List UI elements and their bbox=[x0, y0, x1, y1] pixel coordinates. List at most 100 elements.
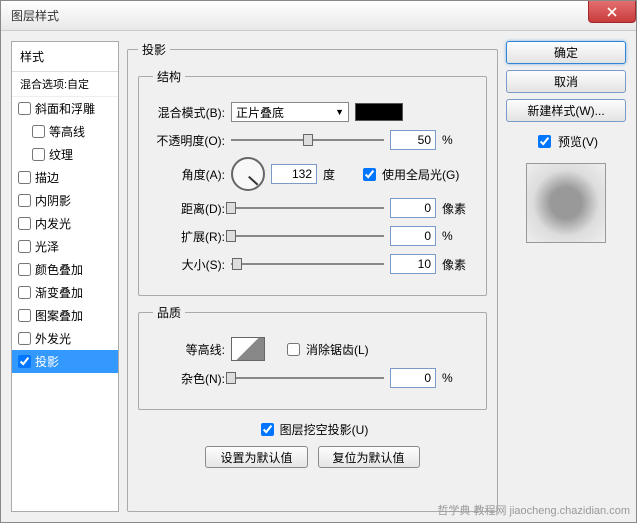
antialias-checkbox[interactable]: 消除锯齿(L) bbox=[283, 340, 369, 359]
style-item-label: 光泽 bbox=[35, 238, 59, 255]
spread-input[interactable] bbox=[390, 226, 436, 246]
close-icon bbox=[607, 7, 617, 17]
quality-group: 品质 等高线: 消除锯齿(L) 杂色(N): bbox=[138, 304, 487, 410]
blending-options[interactable]: 混合选项:自定 bbox=[12, 72, 118, 97]
blend-mode-label: 混合模式(B): bbox=[153, 104, 225, 121]
style-item-checkbox[interactable] bbox=[18, 309, 31, 322]
style-item-label: 等高线 bbox=[49, 123, 85, 140]
opacity-label: 不透明度(O): bbox=[153, 132, 225, 149]
spread-label: 扩展(R): bbox=[153, 228, 225, 245]
distance-slider[interactable] bbox=[231, 199, 384, 217]
style-item[interactable]: 等高线 bbox=[12, 120, 118, 143]
effect-panel: 投影 结构 混合模式(B): 正片叠底 ▼ 不透明度(O): bbox=[127, 41, 498, 512]
style-item-checkbox[interactable] bbox=[18, 102, 31, 115]
style-item-label: 图案叠加 bbox=[35, 307, 83, 324]
style-item[interactable]: 内阴影 bbox=[12, 189, 118, 212]
style-item-checkbox[interactable] bbox=[18, 263, 31, 276]
noise-row: 杂色(N): % bbox=[153, 367, 472, 389]
reset-default-button[interactable]: 复位为默认值 bbox=[318, 446, 420, 468]
window-title: 图层样式 bbox=[11, 7, 59, 24]
opacity-unit: % bbox=[442, 133, 472, 147]
shadow-color-swatch[interactable] bbox=[355, 103, 403, 121]
style-item-checkbox[interactable] bbox=[18, 332, 31, 345]
dialog-window: 图层样式 样式 混合选项:自定 斜面和浮雕等高线纹理描边内阴影内发光光泽颜色叠加… bbox=[0, 0, 637, 523]
noise-unit: % bbox=[442, 371, 472, 385]
blend-mode-select[interactable]: 正片叠底 ▼ bbox=[231, 102, 349, 122]
distance-label: 距离(D): bbox=[153, 200, 225, 217]
size-label: 大小(S): bbox=[153, 256, 225, 273]
style-item-checkbox[interactable] bbox=[18, 194, 31, 207]
structure-legend: 结构 bbox=[153, 68, 185, 85]
ok-button[interactable]: 确定 bbox=[506, 41, 626, 64]
size-unit: 像素 bbox=[442, 256, 472, 273]
angle-label: 角度(A): bbox=[153, 166, 225, 183]
angle-dial[interactable] bbox=[231, 157, 265, 191]
knockout-checkbox[interactable]: 图层挖空投影(U) bbox=[257, 420, 369, 439]
style-item[interactable]: 描边 bbox=[12, 166, 118, 189]
style-item-label: 描边 bbox=[35, 169, 59, 186]
styles-header[interactable]: 样式 bbox=[12, 42, 118, 72]
contour-label: 等高线: bbox=[153, 341, 225, 358]
style-item-label: 内发光 bbox=[35, 215, 71, 232]
contour-picker[interactable] bbox=[231, 337, 265, 361]
style-item-label: 渐变叠加 bbox=[35, 284, 83, 301]
opacity-slider[interactable] bbox=[231, 131, 384, 149]
global-light-input[interactable] bbox=[363, 168, 376, 181]
preview-label: 预览(V) bbox=[558, 133, 598, 150]
antialias-label: 消除锯齿(L) bbox=[306, 341, 369, 358]
distance-input[interactable] bbox=[390, 198, 436, 218]
style-item-checkbox[interactable] bbox=[32, 125, 45, 138]
style-item-checkbox[interactable] bbox=[18, 286, 31, 299]
new-style-button[interactable]: 新建样式(W)... bbox=[506, 99, 626, 122]
angle-unit: 度 bbox=[323, 166, 353, 183]
knockout-row: 图层挖空投影(U) bbox=[138, 418, 487, 440]
spread-slider[interactable] bbox=[231, 227, 384, 245]
cancel-button[interactable]: 取消 bbox=[506, 70, 626, 93]
style-item[interactable]: 光泽 bbox=[12, 235, 118, 258]
distance-unit: 像素 bbox=[442, 200, 472, 217]
noise-slider[interactable] bbox=[231, 369, 384, 387]
contour-row: 等高线: 消除锯齿(L) bbox=[153, 337, 472, 361]
size-row: 大小(S): 像素 bbox=[153, 253, 472, 275]
content: 样式 混合选项:自定 斜面和浮雕等高线纹理描边内阴影内发光光泽颜色叠加渐变叠加图… bbox=[1, 31, 636, 522]
size-input[interactable] bbox=[390, 254, 436, 274]
make-default-button[interactable]: 设置为默认值 bbox=[205, 446, 307, 468]
preview-checkbox[interactable]: 预览(V) bbox=[506, 132, 626, 151]
style-item-checkbox[interactable] bbox=[18, 217, 31, 230]
knockout-input[interactable] bbox=[261, 423, 274, 436]
chevron-down-icon: ▼ bbox=[335, 107, 344, 117]
main-panel: 投影 结构 混合模式(B): 正片叠底 ▼ 不透明度(O): bbox=[127, 41, 498, 512]
global-light-checkbox[interactable]: 使用全局光(G) bbox=[359, 165, 459, 184]
titlebar: 图层样式 bbox=[1, 1, 636, 31]
style-item-label: 斜面和浮雕 bbox=[35, 100, 95, 117]
preview-input[interactable] bbox=[538, 135, 551, 148]
style-item-checkbox[interactable] bbox=[32, 148, 45, 161]
style-item-label: 投影 bbox=[35, 353, 59, 370]
style-item[interactable]: 渐变叠加 bbox=[12, 281, 118, 304]
style-item[interactable]: 图案叠加 bbox=[12, 304, 118, 327]
style-item[interactable]: 颜色叠加 bbox=[12, 258, 118, 281]
global-light-label: 使用全局光(G) bbox=[382, 166, 459, 183]
style-item[interactable]: 斜面和浮雕 bbox=[12, 97, 118, 120]
noise-input[interactable] bbox=[390, 368, 436, 388]
angle-input[interactable] bbox=[271, 164, 317, 184]
noise-label: 杂色(N): bbox=[153, 370, 225, 387]
style-item[interactable]: 外发光 bbox=[12, 327, 118, 350]
style-item-checkbox[interactable] bbox=[18, 171, 31, 184]
style-item-checkbox[interactable] bbox=[18, 240, 31, 253]
style-item-checkbox[interactable] bbox=[18, 355, 31, 368]
structure-group: 结构 混合模式(B): 正片叠底 ▼ 不透明度(O): % bbox=[138, 68, 487, 296]
preview-thumbnail bbox=[526, 163, 606, 243]
style-item[interactable]: 投影 bbox=[12, 350, 118, 373]
angle-row: 角度(A): 度 使用全局光(G) bbox=[153, 157, 472, 191]
spread-unit: % bbox=[442, 229, 472, 243]
size-slider[interactable] bbox=[231, 255, 384, 273]
blend-mode-value: 正片叠底 bbox=[236, 104, 284, 121]
style-item[interactable]: 纹理 bbox=[12, 143, 118, 166]
close-button[interactable] bbox=[588, 1, 636, 23]
opacity-input[interactable] bbox=[390, 130, 436, 150]
style-item-label: 内阴影 bbox=[35, 192, 71, 209]
style-item[interactable]: 内发光 bbox=[12, 212, 118, 235]
effect-title: 投影 bbox=[138, 41, 170, 58]
antialias-input[interactable] bbox=[287, 343, 300, 356]
